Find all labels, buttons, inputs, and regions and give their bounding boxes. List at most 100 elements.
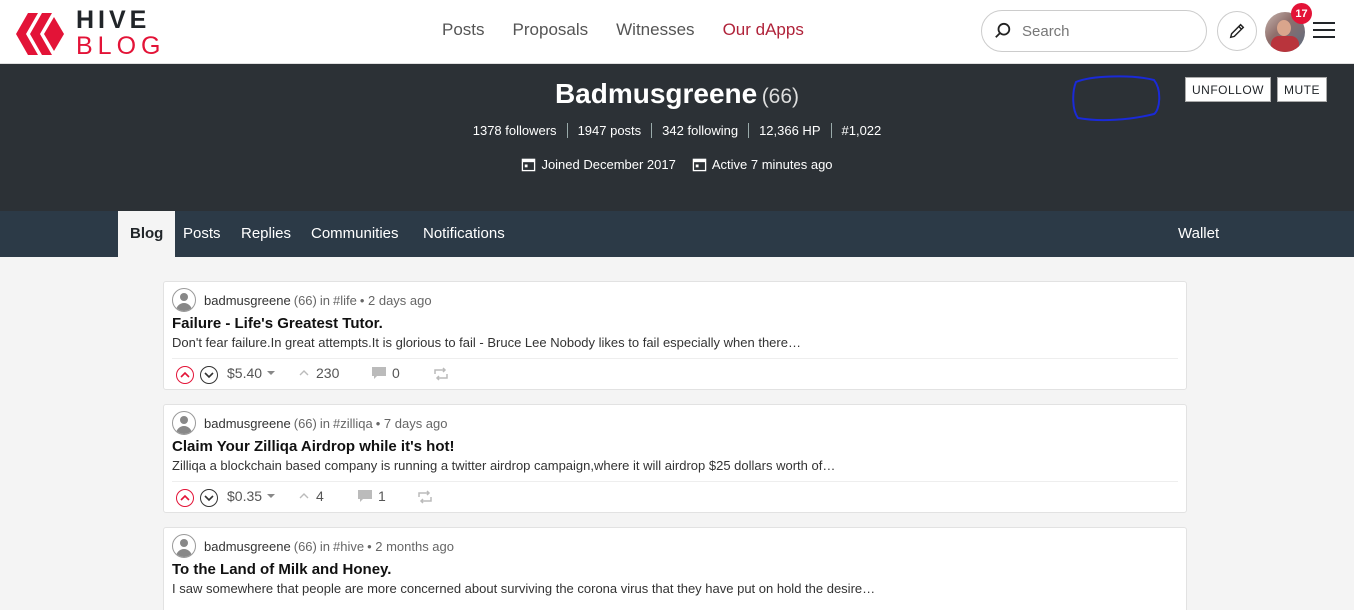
profile-stats: 1378 followers 1947 posts 342 following … (0, 123, 1354, 138)
reblog-icon (434, 367, 448, 381)
post-time[interactable]: • 2 months ago (367, 539, 454, 554)
payout-value: $5.40 (227, 365, 263, 381)
post-header: badmusgreene (66) in #zilliqa • 7 days a… (172, 411, 448, 435)
hive-blog-logo[interactable]: HIVE BLOG (14, 8, 165, 59)
vote-count[interactable]: 4 (298, 488, 324, 504)
post-in-label: in (319, 538, 330, 554)
vote-count-value: 4 (316, 488, 324, 504)
post-author-reputation: (66) (293, 538, 317, 554)
vote-count[interactable]: 230 (298, 365, 339, 381)
caret-down-icon (267, 494, 276, 498)
post-header: badmusgreene (66) in #life • 2 days ago (172, 288, 432, 312)
tab-communities[interactable]: Communities (299, 211, 411, 257)
author-avatar-icon[interactable] (172, 534, 196, 558)
post-title[interactable]: Failure - Life's Greatest Tutor. (172, 315, 383, 332)
reblog-button[interactable] (433, 367, 449, 381)
reblog-button[interactable] (417, 490, 433, 504)
post-footer: $0.35 4 1 (172, 481, 1178, 511)
post-in-label: in (319, 292, 330, 308)
comment-icon (372, 367, 386, 379)
post-header: badmusgreene (66) in #hive • 2 months ag… (172, 534, 454, 558)
joined-date: Joined December 2017 (541, 157, 676, 172)
nav-witnesses[interactable]: Witnesses (616, 20, 694, 40)
profile-banner: Badmusgreene (66) 1378 followers 1947 po… (0, 64, 1354, 211)
post-community[interactable]: #hive (333, 539, 364, 554)
logo-text-hive: HIVE (76, 6, 151, 34)
post-community[interactable]: #life (333, 293, 357, 308)
downvote-button[interactable] (200, 366, 218, 384)
vote-count-value: 230 (316, 365, 340, 381)
chevron-up-icon (299, 493, 309, 499)
tab-posts[interactable]: Posts (171, 211, 233, 257)
hand-drawn-scribble (1072, 75, 1161, 122)
post-in-label: in (319, 415, 330, 431)
tab-blog[interactable]: Blog (118, 211, 176, 257)
menu-icon[interactable] (1313, 22, 1335, 40)
top-navbar: HIVE BLOG Posts Proposals Witnesses Our … (0, 0, 1354, 64)
payout[interactable]: $0.35 (227, 488, 277, 504)
followers-count[interactable]: 1378 followers (463, 123, 567, 138)
reblog-icon (418, 490, 432, 504)
post-excerpt[interactable]: Don't fear failure.In great attempts.It … (172, 335, 801, 350)
post-author[interactable]: badmusgreene (204, 539, 291, 554)
profile-tabs: Blog Posts Replies Communities Notificat… (0, 211, 1354, 257)
search-box[interactable] (981, 10, 1207, 52)
post-card[interactable]: badmusgreene (66) in #life • 2 days ago … (163, 281, 1187, 390)
chevron-down-icon (204, 372, 214, 379)
post-card[interactable]: badmusgreene (66) in #hive • 2 months ag… (163, 527, 1187, 610)
hive-logo-icon (16, 12, 64, 55)
post-author[interactable]: badmusgreene (204, 293, 291, 308)
calendar-icon (522, 158, 536, 172)
post-title[interactable]: Claim Your Zilliqa Airdrop while it's ho… (172, 438, 454, 455)
author-avatar-icon[interactable] (172, 288, 196, 312)
nav-our-dapps[interactable]: Our dApps (723, 20, 804, 40)
comment-count-value: 1 (378, 488, 386, 504)
posts-count: 1947 posts (566, 123, 652, 138)
downvote-button[interactable] (200, 489, 218, 507)
post-title[interactable]: To the Land of Milk and Honey. (172, 561, 391, 578)
tab-notifications[interactable]: Notifications (411, 211, 517, 257)
caret-down-icon (267, 371, 276, 375)
comment-count[interactable]: 0 (371, 365, 400, 381)
comment-icon (358, 490, 372, 502)
post-author-reputation: (66) (293, 292, 317, 308)
search-icon (995, 22, 1011, 38)
profile-reputation: (66) (761, 85, 800, 108)
chevron-up-icon (180, 371, 190, 378)
profile-name: Badmusgreene (554, 78, 758, 109)
chevron-down-icon (204, 495, 214, 502)
post-time[interactable]: • 2 days ago (360, 293, 432, 308)
post-author-reputation: (66) (293, 415, 317, 431)
tab-replies[interactable]: Replies (229, 211, 303, 257)
following-count[interactable]: 342 following (651, 123, 748, 138)
post-author[interactable]: badmusgreene (204, 416, 291, 431)
tab-wallet[interactable]: Wallet (1166, 211, 1231, 257)
post-card[interactable]: badmusgreene (66) in #zilliqa • 7 days a… (163, 404, 1187, 513)
payout[interactable]: $5.40 (227, 365, 277, 381)
nav-posts[interactable]: Posts (442, 20, 485, 40)
chevron-up-icon (299, 370, 309, 376)
post-community[interactable]: #zilliqa (333, 416, 373, 431)
mute-button[interactable]: MUTE (1277, 77, 1327, 102)
rank: #1,022 (830, 123, 892, 138)
author-avatar-icon[interactable] (172, 411, 196, 435)
logo-text-blog: BLOG (76, 32, 166, 60)
main-nav: Posts Proposals Witnesses Our dApps (442, 20, 832, 40)
notification-badge[interactable]: 17 (1291, 3, 1312, 24)
post-excerpt[interactable]: Zilliqa a blockchain based company is ru… (172, 458, 835, 473)
upvote-button[interactable] (176, 366, 194, 384)
post-excerpt[interactable]: I saw somewhere that people are more con… (172, 581, 875, 596)
calendar-icon (692, 158, 707, 172)
chevron-up-icon (180, 494, 190, 501)
post-time[interactable]: • 7 days ago (376, 416, 448, 431)
upvote-button[interactable] (176, 489, 194, 507)
profile-meta: Joined December 2017 Active 7 minutes ag… (0, 157, 1354, 172)
hive-power: 12,366 HP (748, 123, 830, 138)
comment-count[interactable]: 1 (357, 488, 386, 504)
nav-proposals[interactable]: Proposals (513, 20, 589, 40)
search-input[interactable] (1022, 22, 1192, 40)
comment-count-value: 0 (392, 365, 400, 381)
pencil-icon (1229, 23, 1245, 39)
create-post-button[interactable] (1217, 11, 1257, 51)
unfollow-button[interactable]: UNFOLLOW (1185, 77, 1272, 102)
